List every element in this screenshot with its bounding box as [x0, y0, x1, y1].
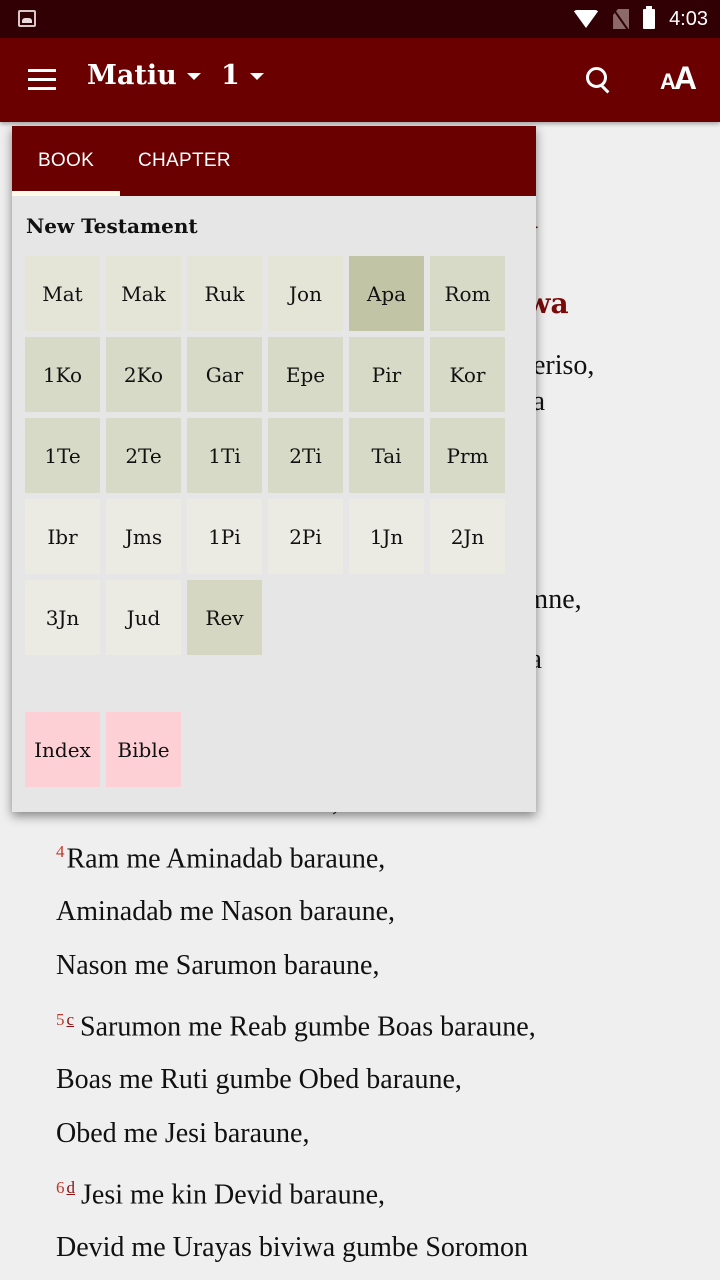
book-selector[interactable]: Matiu	[87, 60, 201, 91]
verse-line: Obed me Jesi baraune,	[56, 1118, 310, 1149]
book-tile-jud[interactable]: Jud	[106, 580, 181, 655]
book-tile-3jn[interactable]: 3Jn	[25, 580, 100, 655]
book-tile-1jn[interactable]: 1Jn	[349, 499, 424, 574]
book-tile-ruk[interactable]: Ruk	[187, 256, 262, 331]
book-tile-gar[interactable]: Gar	[187, 337, 262, 412]
menu-icon[interactable]	[28, 69, 56, 91]
app-toolbar: Matiu 1 AA	[0, 38, 720, 122]
search-icon[interactable]	[586, 67, 612, 95]
book-picker-popup: BOOK CHAPTER New Testament Mat Mak Ruk Jon A…	[12, 126, 536, 812]
book-name: Matiu	[87, 60, 177, 91]
book-tile-rom[interactable]: Rom	[430, 256, 505, 331]
footnote-link[interactable]: d	[67, 1178, 76, 1197]
verse-line: 6 d Jesi me kin Devid baraune,	[56, 1178, 386, 1211]
verse-line: Aminadab me Nason baraune,	[56, 896, 395, 927]
book-tile-tai[interactable]: Tai	[349, 418, 424, 493]
verse-line: Nason me Sarumon baraune,	[56, 950, 380, 981]
caret-down-icon	[186, 73, 201, 80]
book-tile-2ti[interactable]: 2Ti	[268, 418, 343, 493]
verse-number: 4	[56, 842, 65, 861]
status-bar: 4:03	[0, 0, 720, 38]
text-size-icon[interactable]: AA	[660, 60, 697, 97]
caret-down-icon	[249, 73, 264, 80]
book-tile-apa[interactable]: Apa	[349, 256, 424, 331]
battery-icon	[643, 6, 656, 29]
book-tile-kor[interactable]: Kor	[430, 337, 505, 412]
footnote-link[interactable]: c	[67, 1010, 75, 1029]
book-tile-rev[interactable]: Rev	[187, 580, 262, 655]
tab-chapter[interactable]: CHAPTER	[138, 126, 231, 196]
book-tile-epe[interactable]: Epe	[268, 337, 343, 412]
book-tile-jon[interactable]: Jon	[268, 256, 343, 331]
book-tile-1te[interactable]: 1Te	[25, 418, 100, 493]
verse-line: Devid me Urayas biviwa gumbe Soromon	[56, 1232, 529, 1263]
book-tile-1ko[interactable]: 1Ko	[25, 337, 100, 412]
book-tile-2ko[interactable]: 2Ko	[106, 337, 181, 412]
book-tile-1pi[interactable]: 1Pi	[187, 499, 262, 574]
book-tile-2pi[interactable]: 2Pi	[268, 499, 343, 574]
verse-number: 6	[56, 1178, 65, 1197]
book-tile-ibr[interactable]: Ibr	[25, 499, 100, 574]
book-grid: Mat Mak Ruk Jon Apa Rom 1Ko 2Ko Gar Epe Pir Kor 1Te 2…	[25, 256, 515, 655]
chapter-number: 1	[221, 60, 240, 91]
chapter-selector[interactable]: 1	[221, 60, 264, 91]
book-tile-mak[interactable]: Mak	[106, 256, 181, 331]
verse-number: 5	[56, 1010, 65, 1029]
bible-button[interactable]: Bible	[106, 712, 181, 787]
book-tile-jms[interactable]: Jms	[106, 499, 181, 574]
tab-book[interactable]: BOOK	[12, 126, 120, 196]
picker-nav-buttons: Index Bible	[25, 712, 181, 787]
book-tile-2te[interactable]: 2Te	[106, 418, 181, 493]
active-tab-indicator	[12, 191, 120, 196]
section-title: New Testament	[26, 214, 198, 238]
verse-line: 4Ram me Aminadab baraune,	[56, 842, 386, 875]
book-tile-1ti[interactable]: 1Ti	[187, 418, 262, 493]
book-tile-mat[interactable]: Mat	[25, 256, 100, 331]
verse-line: Boas me Ruti gumbe Obed baraune,	[56, 1064, 462, 1095]
image-notification-icon	[18, 10, 36, 27]
book-tile-prm[interactable]: Prm	[430, 418, 505, 493]
book-tile-2jn[interactable]: 2Jn	[430, 499, 505, 574]
picker-tabs: BOOK CHAPTER	[12, 126, 536, 196]
status-icons: 4:03	[573, 0, 708, 38]
no-sim-icon	[613, 9, 630, 29]
clock: 4:03	[669, 7, 708, 30]
wifi-icon	[573, 10, 600, 28]
index-button[interactable]: Index	[25, 712, 100, 787]
book-tile-pir[interactable]: Pir	[349, 337, 424, 412]
verse-line: 5 c Sarumon me Reab gumbe Boas baraune,	[56, 1010, 536, 1043]
